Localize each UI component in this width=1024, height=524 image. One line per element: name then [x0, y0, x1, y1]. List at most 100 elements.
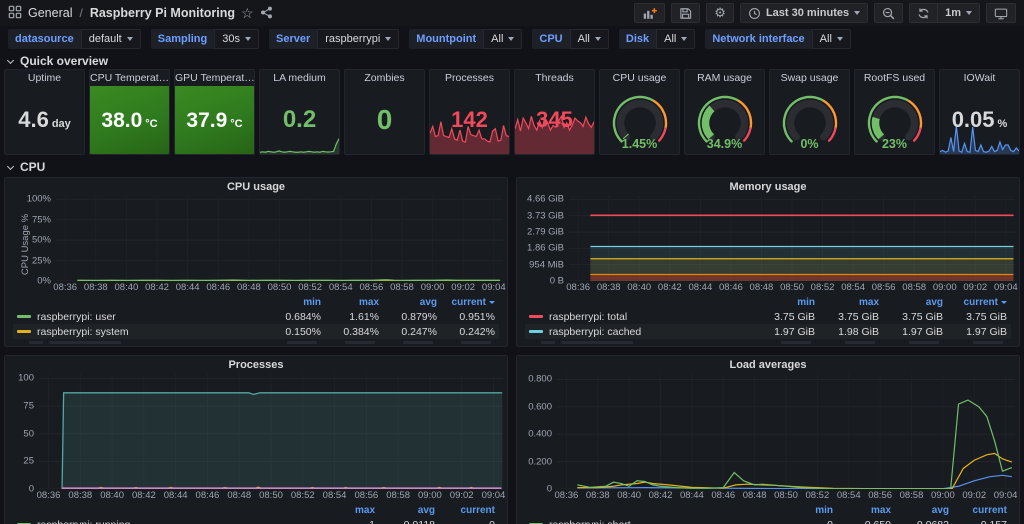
y-tick-label: 25% [32, 255, 51, 266]
y-tick-label: 0 [29, 484, 34, 495]
legend-value: 0.879% [379, 311, 437, 323]
stat-panel-title[interactable]: Swap usage [770, 70, 849, 86]
variable-value-dropdown[interactable]: All [656, 29, 695, 49]
stat-panel-swap-usage: Swap usage0% [769, 69, 850, 155]
legend-sort-max[interactable]: max [315, 505, 375, 516]
refresh-interval-picker[interactable]: 1m [937, 3, 980, 23]
stat-panel-title[interactable]: Processes [430, 70, 509, 86]
variable-value: All [820, 33, 832, 45]
legend-sort-max[interactable]: max [815, 297, 879, 308]
series-color-swatch [529, 330, 543, 333]
stat-panel-title[interactable]: RAM usage [685, 70, 764, 86]
legend-sort-min[interactable]: min [775, 505, 833, 516]
legend-sort-current[interactable]: current [435, 505, 495, 516]
x-tick-label: 08:42 [132, 490, 156, 501]
dashboards-grid-icon[interactable] [8, 5, 22, 21]
legend-sort-avg[interactable]: avg [891, 505, 949, 516]
panel-title[interactable]: Load averages [521, 356, 1015, 374]
variable-label-mountpoint[interactable]: Mountpoint [409, 29, 483, 49]
legend-series-label[interactable]: raspberrypi: system [17, 326, 263, 338]
variable-value-dropdown[interactable]: 30s [214, 29, 259, 49]
legend-series-label[interactable]: raspberrypi: total [529, 311, 751, 323]
variable-label-server[interactable]: Server [269, 29, 317, 49]
plot-area[interactable] [569, 196, 1015, 281]
x-tick-label: 08:50 [268, 282, 292, 293]
dashboard-settings-button[interactable]: ⚙ [706, 3, 734, 23]
x-tick-label: 09:00 [931, 490, 955, 501]
legend-series-label[interactable]: raspberrypi: short [529, 519, 775, 524]
variable-label-datasource[interactable]: datasource [8, 29, 81, 49]
legend-series-label[interactable]: raspberrypi: cached [529, 326, 751, 338]
stat-panel-title[interactable]: RootFS used [855, 70, 934, 86]
x-tick-label: 08:40 [627, 282, 651, 293]
kiosk-mode-button[interactable] [986, 3, 1016, 23]
stat-panel-title[interactable]: Uptime [5, 70, 84, 86]
legend-sort-min[interactable]: min [751, 297, 815, 308]
variable-label-sampling[interactable]: Sampling [151, 29, 215, 49]
stat-panel-title[interactable]: GPU Temperat… [175, 70, 254, 86]
dashboard-title[interactable]: Raspberry Pi Monitoring [90, 6, 235, 20]
legend-sort-min[interactable]: min [263, 297, 321, 308]
save-dashboard-button[interactable] [671, 3, 700, 23]
share-icon[interactable] [260, 6, 273, 21]
legend-sort-current[interactable]: current [949, 505, 1007, 516]
x-tick-label: 09:00 [421, 282, 445, 293]
variable-value-dropdown[interactable]: All [570, 29, 609, 49]
legend-sort-avg[interactable]: avg [375, 505, 435, 516]
refresh-button[interactable] [909, 3, 937, 23]
add-panel-button[interactable] [634, 3, 665, 23]
x-tick-label: 08:44 [176, 282, 200, 293]
variable-label-cpu[interactable]: CPU [532, 29, 569, 49]
x-tick-label: 09:04 [482, 282, 506, 293]
stat-panel-title[interactable]: Threads [515, 70, 594, 86]
legend-sort-current[interactable]: current [437, 297, 495, 308]
legend-sort-avg[interactable]: avg [379, 297, 437, 308]
legend-value: 0.247% [379, 326, 437, 338]
variable-value-dropdown[interactable]: default [81, 29, 141, 49]
variable-label-disk[interactable]: Disk [619, 29, 656, 49]
legend-series-label[interactable]: raspberrypi: running [17, 519, 315, 524]
variable-cpu: CPUAll [532, 29, 608, 49]
legend-value: 1.97 GiB [943, 326, 1007, 338]
panel-title[interactable]: Memory usage [521, 178, 1015, 196]
variable-value-dropdown[interactable]: All [483, 29, 522, 49]
stat-panel-title[interactable]: CPU Temperat… [90, 70, 169, 86]
y-tick-label: 0.200 [528, 456, 552, 467]
legend-sort-avg[interactable]: avg [879, 297, 943, 308]
x-tick-label: 08:44 [688, 282, 712, 293]
section-quick-overview[interactable]: Quick overview [0, 52, 1024, 69]
panel-title[interactable]: CPU usage [9, 178, 503, 196]
plot-area[interactable] [56, 196, 503, 281]
stat-panel-title[interactable]: CPU usage [600, 70, 679, 86]
variable-mountpoint: MountpointAll [409, 29, 522, 49]
variable-value-dropdown[interactable]: raspberrypi [317, 29, 399, 49]
x-tick-label: 08:48 [750, 282, 774, 293]
stat-panel-title[interactable]: Zombies [345, 70, 424, 86]
stat-value: 38.0 [101, 110, 142, 131]
legend-sort-max[interactable]: max [321, 297, 379, 308]
stat-value: 37.9 [186, 110, 227, 131]
legend-sort-current[interactable]: current [943, 297, 1007, 308]
zoom-out-time-button[interactable] [874, 3, 903, 23]
stat-panel-title[interactable]: IOWait [940, 70, 1019, 86]
legend-series-label[interactable]: raspberrypi: user [17, 311, 263, 323]
x-tick-label: 08:44 [164, 490, 188, 501]
stat-panel-title[interactable]: LA medium [260, 70, 339, 86]
stat-value: 34.9% [685, 137, 764, 151]
stat-panel-uptime: Uptime4.6day [4, 69, 85, 155]
breadcrumb-section[interactable]: General [28, 6, 72, 20]
time-range-picker[interactable]: Last 30 minutes [740, 3, 868, 23]
chevron-down-icon [595, 37, 601, 41]
legend-sort-max[interactable]: max [833, 505, 891, 516]
plot-area[interactable] [557, 374, 1015, 489]
stat-unit: °C [145, 118, 157, 130]
section-cpu[interactable]: CPU [0, 158, 1024, 175]
legend-row: raspberrypi: total3.75 GiB3.75 GiB3.75 G… [525, 309, 1011, 324]
y-tick-label: 954 MiB [529, 259, 564, 270]
plot-area[interactable] [39, 374, 503, 489]
charts-grid: CPU usage CPU Usage %100%75%50%25%0% 08:… [4, 177, 1020, 524]
variable-label-network-interface[interactable]: Network interface [705, 29, 811, 49]
panel-title[interactable]: Processes [9, 356, 503, 374]
variable-value-dropdown[interactable]: All [812, 29, 851, 49]
star-icon[interactable]: ☆ [241, 6, 254, 20]
